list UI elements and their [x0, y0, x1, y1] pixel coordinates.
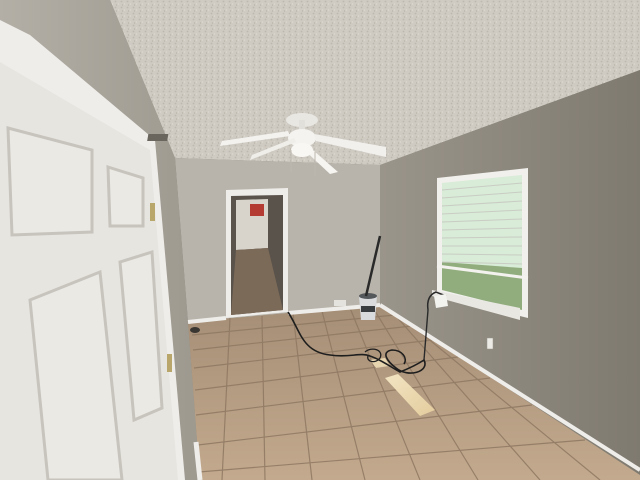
- floor-debris: [190, 327, 200, 333]
- floor-object: [334, 300, 346, 306]
- door-hinge-bottom: [167, 354, 172, 372]
- door-hinge-top: [150, 203, 155, 221]
- wall-outlet: [486, 337, 494, 350]
- ceiling-vent: [147, 134, 169, 141]
- bucket-icon: [359, 293, 377, 320]
- hallway-red-sign: [250, 204, 264, 216]
- room-photo: [0, 0, 640, 480]
- room-scene: [0, 0, 640, 480]
- door-panel-top-right: [106, 164, 145, 228]
- hallway-doorway: [226, 188, 288, 318]
